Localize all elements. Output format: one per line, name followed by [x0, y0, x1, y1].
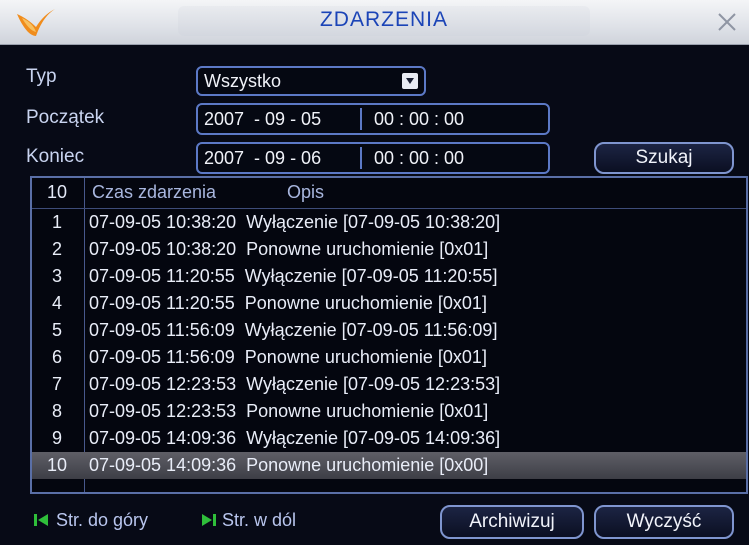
title-bar: ZDARZENIA [0, 0, 749, 45]
page-down-icon [202, 514, 216, 526]
start-time[interactable]: 00 : 00 : 00 [374, 109, 464, 130]
row-number: 9 [51, 428, 62, 448]
archive-button[interactable]: Archiwizuj [440, 505, 584, 539]
start-label: Początek [26, 107, 105, 128]
table-row[interactable]: 6 07-09-05 11:56:09 Ponowne uruchomienie … [32, 344, 746, 371]
page-up-link[interactable]: Str. do góry [34, 510, 148, 531]
search-button[interactable]: Szukaj [594, 142, 734, 174]
row-text: 07-09-05 12:23:53 Wyłączenie [07-09-05 1… [89, 374, 501, 394]
row-text: 07-09-05 11:20:55 Wyłączenie [07-09-05 1… [89, 266, 498, 286]
row-text: 07-09-05 11:20:55 Ponowne uruchomienie [… [89, 293, 487, 313]
table-row[interactable]: 9 07-09-05 14:09:36 Wyłączenie [07-09-05 … [32, 425, 746, 452]
page-down-label: Str. w dól [222, 510, 297, 530]
events-window: ZDARZENIA Typ Wszystko Początek 2007 - 0… [0, 0, 749, 545]
type-select[interactable]: Wszystko [196, 66, 426, 96]
clear-button[interactable]: Wyczyść [594, 505, 734, 539]
logo-icon [17, 9, 55, 36]
page-up-icon [34, 514, 48, 526]
row-number: 10 [46, 455, 68, 475]
row-number: 1 [51, 212, 62, 232]
table-row[interactable]: 1 07-09-05 10:38:20 Wyłączenie [07-09-05 … [32, 209, 746, 236]
column-header-time: Czas zdarzenia [92, 182, 217, 202]
row-text: 07-09-05 14:09:36 Wyłączenie [07-09-05 1… [89, 428, 501, 448]
title-panel: ZDARZENIA [178, 6, 590, 36]
table-row[interactable]: 3 07-09-05 11:20:55 Wyłączenie [07-09-05 … [32, 263, 746, 290]
row-number: 2 [51, 239, 62, 259]
table-body: 1 07-09-05 10:38:20 Wyłączenie [07-09-05 … [32, 209, 746, 479]
row-text: 07-09-05 14:09:36 Ponowne uruchomienie [… [89, 455, 489, 475]
row-text: 07-09-05 12:23:53 Ponowne uruchomienie [… [89, 401, 489, 421]
end-time[interactable]: 00 : 00 : 00 [374, 148, 464, 169]
event-count: 10 [46, 182, 68, 202]
row-text: 07-09-05 10:38:20 Ponowne uruchomienie [… [89, 239, 489, 259]
row-number: 7 [51, 374, 62, 394]
datetime-divider [360, 147, 362, 169]
row-number: 8 [51, 401, 62, 421]
end-label: Koniec [26, 146, 85, 167]
page-down-link[interactable]: Str. w dól [200, 510, 296, 531]
start-date[interactable]: 2007 - 09 - 05 [204, 109, 321, 130]
row-number: 4 [51, 293, 62, 313]
end-datetime-field[interactable]: 2007 - 09 - 06 00 : 00 : 00 [196, 142, 550, 174]
column-header-description: Opis [287, 182, 325, 202]
end-date[interactable]: 2007 - 09 - 06 [204, 148, 321, 169]
window-title: ZDARZENIA [319, 8, 448, 31]
table-row-selected[interactable]: 10 07-09-05 14:09:36 Ponowne uruchomienie… [32, 452, 746, 479]
row-number: 5 [51, 320, 62, 340]
page-up-label: Str. do góry [56, 510, 149, 530]
events-table: 10 Czas zdarzenia Opis 1 07-09-05 10:38:2… [30, 176, 748, 494]
dropdown-arrow-icon[interactable] [402, 73, 418, 89]
table-row[interactable]: 7 07-09-05 12:23:53 Wyłączenie [07-09-05 … [32, 371, 746, 398]
datetime-divider [360, 108, 362, 130]
close-icon[interactable] [715, 10, 739, 34]
row-number: 3 [51, 266, 62, 286]
row-text: 07-09-05 11:56:09 Wyłączenie [07-09-05 1… [89, 320, 498, 340]
row-text: 07-09-05 11:56:09 Ponowne uruchomienie [… [89, 347, 487, 367]
type-select-value: Wszystko [204, 71, 282, 91]
table-row[interactable]: 8 07-09-05 12:23:53 Ponowne uruchomienie … [32, 398, 746, 425]
type-label: Typ [26, 66, 57, 87]
table-row[interactable]: 2 07-09-05 10:38:20 Ponowne uruchomienie … [32, 236, 746, 263]
row-text: 07-09-05 10:38:20 Wyłączenie [07-09-05 1… [89, 212, 501, 232]
start-datetime-field[interactable]: 2007 - 09 - 05 00 : 00 : 00 [196, 103, 550, 135]
table-row[interactable]: 4 07-09-05 11:20:55 Ponowne uruchomienie … [32, 290, 746, 317]
table-header: 10 Czas zdarzenia Opis [32, 178, 746, 209]
table-row[interactable]: 5 07-09-05 11:56:09 Wyłączenie [07-09-05 … [32, 317, 746, 344]
row-number: 6 [51, 347, 62, 367]
